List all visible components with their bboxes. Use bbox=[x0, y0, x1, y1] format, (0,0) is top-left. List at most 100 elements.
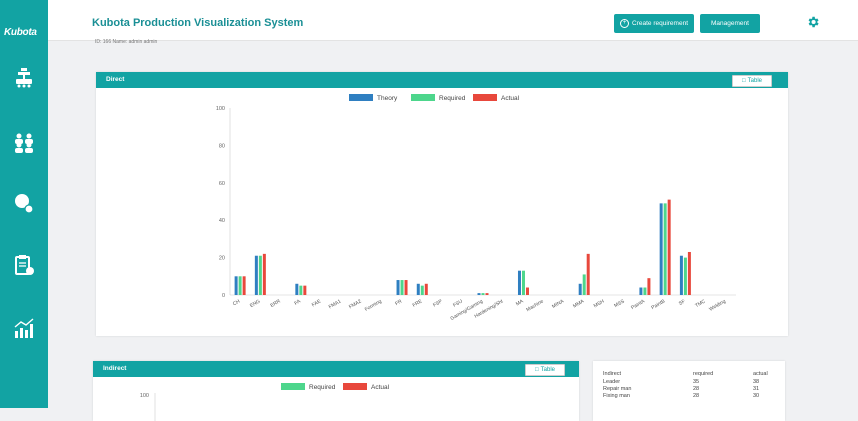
direct-chart: Theory Required Actual 0 20 40 60 80 100 CH ENG ERR… bbox=[216, 94, 736, 322]
table-cell: actual bbox=[753, 371, 768, 377]
indirect-panel: Indirect □ Table Required Actual 100 bbox=[93, 361, 579, 421]
table-cell: 31 bbox=[753, 386, 760, 392]
bar-actual bbox=[687, 251, 691, 295]
gear-icon[interactable] bbox=[806, 15, 820, 29]
clipboard-icon[interactable] bbox=[13, 254, 35, 276]
x-tick-label: FSU bbox=[452, 298, 464, 308]
y-tick-label: 100 bbox=[216, 106, 225, 112]
indirect-table-button[interactable]: □ Table bbox=[525, 364, 565, 376]
bar-actual bbox=[667, 199, 671, 295]
legend-swatch bbox=[411, 94, 435, 101]
bar-theory bbox=[477, 293, 481, 295]
x-tick-label: ENG bbox=[249, 298, 261, 309]
plus-icon: + bbox=[620, 19, 629, 28]
create-requirement-label: Create requirement bbox=[632, 20, 688, 27]
y-tick-label: 0 bbox=[222, 293, 225, 299]
app-title: Kubota Production Visualization System bbox=[92, 17, 304, 29]
legend-swatch bbox=[343, 383, 367, 390]
bar-actual bbox=[586, 253, 590, 295]
x-tick-label: MINA bbox=[551, 298, 565, 310]
direct-panel-header: Direct □ Table bbox=[96, 72, 788, 88]
bar-actual bbox=[404, 280, 408, 295]
indirect-panel-title: Indirect bbox=[103, 365, 127, 372]
top-header: Kubota Production Visualization System +… bbox=[48, 0, 858, 41]
x-tick-label: FAE bbox=[311, 298, 323, 308]
bar-required bbox=[258, 255, 262, 295]
x-tick-label: TMC bbox=[694, 298, 707, 309]
x-tick-label: MMA bbox=[572, 298, 586, 309]
x-tick-label: FA bbox=[294, 298, 303, 307]
x-tick-label: PaintB bbox=[650, 298, 666, 311]
direct-table-button-label: Table bbox=[747, 78, 762, 84]
bar-required bbox=[400, 280, 404, 295]
direct-table-button[interactable]: □ Table bbox=[732, 75, 772, 87]
x-tick-label: SF bbox=[678, 299, 687, 307]
bar-actual bbox=[647, 278, 651, 295]
sidebar: Kubota bbox=[0, 0, 48, 408]
production-icon[interactable] bbox=[13, 67, 35, 89]
legend-swatch bbox=[281, 383, 305, 390]
user-info: ID: 166 Name: admin admin bbox=[95, 39, 158, 45]
x-tick-label: MSS bbox=[613, 298, 626, 309]
x-tick-label: Machine bbox=[525, 298, 545, 313]
indirect-table-button-label: Table bbox=[540, 367, 555, 373]
direct-panel-title: Direct bbox=[106, 76, 125, 83]
x-tick-label: ERR bbox=[269, 298, 281, 309]
table-cell: Repair man bbox=[603, 386, 632, 392]
bar-theory bbox=[295, 283, 299, 295]
bar-theory bbox=[578, 283, 582, 295]
bar-required bbox=[582, 274, 586, 295]
table-cell: 28 bbox=[693, 386, 700, 392]
legend-label: Required bbox=[309, 384, 336, 391]
table-header-row: Indirect required actual bbox=[603, 371, 768, 378]
x-tick-label: FRE bbox=[412, 298, 424, 309]
legend-label: Theory bbox=[377, 95, 398, 102]
bar-required bbox=[643, 287, 647, 295]
x-tick-label: FMA2 bbox=[348, 298, 363, 310]
indirect-summary-panel: Indirect required actual Leader 35 38 Repair m… bbox=[593, 361, 785, 421]
table-cell: 35 bbox=[693, 379, 700, 385]
create-requirement-button[interactable]: + Create requirement bbox=[614, 14, 694, 33]
legend-swatch bbox=[473, 94, 497, 101]
table-cell: Indirect bbox=[603, 371, 622, 377]
x-tick-label: FR bbox=[394, 298, 403, 307]
table-icon: □ bbox=[535, 367, 539, 373]
bar-theory bbox=[517, 270, 521, 295]
x-tick-label: Welding bbox=[708, 298, 727, 312]
bar-theory bbox=[254, 255, 258, 295]
bar-actual bbox=[303, 285, 307, 295]
table-cell: required bbox=[693, 371, 714, 377]
bar-required bbox=[481, 293, 485, 295]
y-tick-label: 100 bbox=[140, 393, 149, 399]
y-tick-label: 60 bbox=[219, 181, 225, 187]
indirect-chart: Required Actual 100 bbox=[140, 383, 390, 421]
bar-theory bbox=[396, 280, 400, 295]
table-cell: Leader bbox=[603, 379, 621, 385]
bar-required bbox=[683, 257, 687, 295]
bar-theory bbox=[679, 255, 683, 295]
legend-swatch bbox=[349, 94, 373, 101]
x-tick-label: Forming bbox=[364, 298, 383, 312]
bar-theory bbox=[659, 203, 663, 295]
bar-theory bbox=[639, 287, 643, 295]
x-tick-label: FMA1 bbox=[328, 298, 343, 310]
bar-required bbox=[420, 285, 424, 295]
bar-required bbox=[521, 270, 525, 295]
table-cell: 30 bbox=[753, 393, 760, 399]
management-button[interactable]: Management bbox=[700, 14, 760, 33]
bar-required bbox=[663, 203, 667, 295]
legend-label: Actual bbox=[501, 95, 520, 102]
x-tick-label: PaintA bbox=[630, 298, 646, 311]
team-icon[interactable] bbox=[13, 131, 35, 153]
table-row: Repair man 28 31 bbox=[603, 386, 763, 393]
bar-actual bbox=[525, 287, 529, 295]
table-cell: Fixing man bbox=[603, 393, 630, 399]
analytics-icon[interactable] bbox=[13, 318, 35, 340]
bar-required bbox=[299, 285, 303, 295]
bar-actual bbox=[424, 283, 428, 295]
table-icon: □ bbox=[742, 78, 746, 84]
x-tick-label: CH bbox=[232, 298, 242, 307]
legend-label: Required bbox=[439, 95, 466, 102]
table-cell: 28 bbox=[693, 393, 700, 399]
users-icon[interactable] bbox=[13, 193, 35, 215]
